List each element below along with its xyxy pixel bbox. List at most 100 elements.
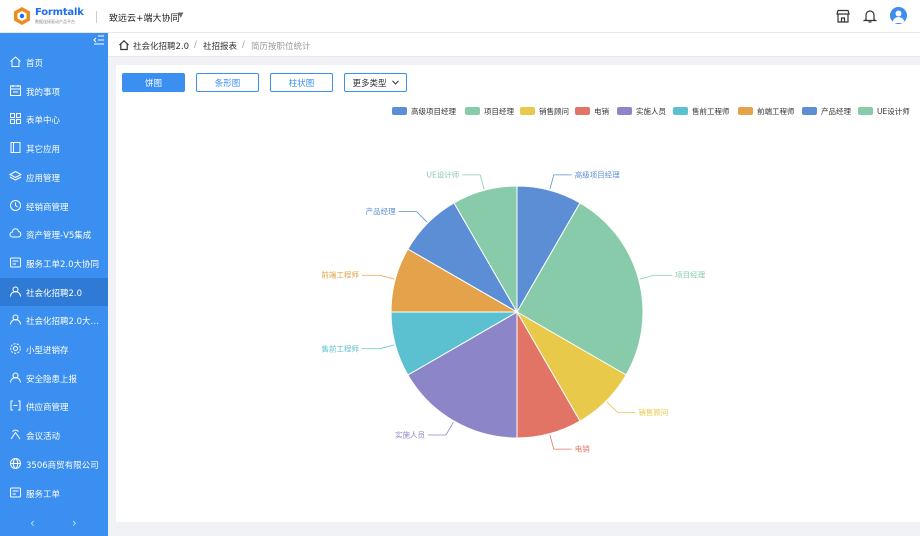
label-leader-line <box>462 174 485 190</box>
user-icon <box>10 286 21 297</box>
logo-name: Formtalk <box>35 7 84 18</box>
legend-swatch <box>520 107 535 115</box>
breadcrumb-separator: / <box>194 40 197 50</box>
label-leader-line <box>428 421 454 436</box>
slice-label: 售前工程师 <box>321 343 359 353</box>
sidebar-item[interactable]: 3506商贸有限公司 <box>0 450 108 478</box>
label-leader-line <box>549 434 572 450</box>
breadcrumb: 社会化招聘2.0 / 社招报表 / 简历按职位统计 <box>108 33 920 57</box>
sidebar-item[interactable]: 社会化招聘2.0大协同 <box>0 306 108 334</box>
legend-swatch <box>802 107 817 115</box>
chevron-right-icon[interactable]: › <box>72 516 77 530</box>
legend-label: 高级项目经理 <box>411 107 456 116</box>
legend-swatch <box>392 107 407 115</box>
label-leader-line <box>639 274 673 280</box>
breadcrumb-item-app[interactable]: 社会化招聘2.0 <box>133 40 189 52</box>
sidebar-item[interactable]: 服务工单 <box>0 479 108 507</box>
legend-swatch <box>858 107 873 115</box>
sidebar-item-label: 会议活动 <box>26 432 61 443</box>
logo[interactable]: Formtalk 数据连接驱动产品平台 <box>12 6 94 28</box>
avatar-icon <box>892 10 905 23</box>
slice-label: 前端工程师 <box>321 270 359 280</box>
sidebar-item-label: 3506商贸有限公司 <box>26 460 99 471</box>
more-types-dropdown[interactable]: 更多类型 <box>344 73 407 92</box>
horizontal-bar-button[interactable]: 条形图 <box>196 73 259 92</box>
chart-legend: 高级项目经理 项目经理 销售顾问 电销 实施人员 售前工程师 前端工程师 产品经理 UE设计师 <box>392 105 912 117</box>
globe-icon <box>10 457 21 469</box>
more-types-label: 更多类型 <box>352 78 387 89</box>
top-bar: Formtalk 数据连接驱动产品平台 致远云+端大协同 ▼ <box>0 0 920 33</box>
sidebar-item[interactable]: 服务工单2.0大协同 <box>0 249 108 277</box>
sidebar-item[interactable]: 应用管理 <box>0 163 108 191</box>
gear-icon <box>10 343 21 354</box>
collapse-menu-icon[interactable] <box>93 35 105 45</box>
sidebar-item-label: 其它应用 <box>26 145 61 156</box>
user-avatar[interactable] <box>890 7 907 24</box>
home-icon[interactable] <box>118 39 130 51</box>
chevron-left-icon[interactable]: ‹ <box>30 516 35 530</box>
slice-label: 高级项目经理 <box>575 169 620 179</box>
sidebar-item[interactable]: 经销商管理 <box>0 192 108 220</box>
caret-down-icon[interactable]: ▼ <box>178 11 183 19</box>
legend-label: 前端工程师 <box>757 107 795 116</box>
sidebar-item-label: 供应商管理 <box>26 403 69 414</box>
sidebar-item-label: 表单中心 <box>26 116 61 127</box>
user-icon <box>10 372 21 383</box>
chevron-down-icon <box>391 80 399 85</box>
bell-icon[interactable] <box>862 8 878 24</box>
grid-icon <box>10 113 21 125</box>
legend-label: 电销 <box>594 107 609 116</box>
sidebar-item-label: 应用管理 <box>26 173 61 184</box>
sidebar-item[interactable]: 首页 <box>0 48 108 76</box>
org-switcher[interactable]: 致远云+端大协同 <box>109 11 180 24</box>
sidebar-item-label: 首页 <box>26 59 44 69</box>
sidebar-item-label: 经销商管理 <box>26 202 69 213</box>
sidebar-item-label: 我的事项 <box>26 87 61 98</box>
breadcrumb-item-current: 简历按职位统计 <box>251 42 311 52</box>
sidebar-item[interactable]: 小型进销存 <box>0 335 108 363</box>
ticket-icon <box>10 257 21 268</box>
legend-label: 产品经理 <box>821 107 851 116</box>
slice-label: 销售顾问 <box>638 407 668 417</box>
sidebar-item-label: 社会化招聘2.0 <box>26 288 83 299</box>
sidebar-item-label: 安全隐患上报 <box>26 374 78 385</box>
sidebar-item[interactable]: 我的事项 <box>0 77 108 105</box>
slice-label: 实施人员 <box>395 429 425 439</box>
user-icon <box>10 314 21 325</box>
label-leader-line <box>549 174 572 190</box>
sidebar-item[interactable]: 安全隐患上报 <box>0 364 108 392</box>
ticket-icon <box>10 487 21 497</box>
legend-swatch <box>465 107 480 115</box>
sidebar-item[interactable]: 供应商管理 <box>0 392 108 420</box>
sidebar-item[interactable]: 会议活动 <box>0 421 108 449</box>
label-leader-line <box>398 211 428 223</box>
legend-label: UE设计师 <box>877 107 910 116</box>
bracket-icon <box>10 400 21 411</box>
sidebar-item-label: 小型进销存 <box>26 346 69 356</box>
calendar-icon <box>10 84 21 96</box>
sidebar-item[interactable]: 表单中心 <box>0 105 108 133</box>
sidebar-item-label: 资产管理-V5集成 <box>26 231 92 242</box>
slice-label: 电销 <box>575 444 590 454</box>
broadcast-icon <box>10 429 21 440</box>
slice-label: UE设计师 <box>427 169 460 179</box>
legend-label: 售前工程师 <box>692 107 730 116</box>
breadcrumb-item-report[interactable]: 社招报表 <box>203 40 237 52</box>
vertical-bar-button[interactable]: 柱状图 <box>270 73 333 92</box>
breadcrumb-separator: / <box>242 40 245 50</box>
report-panel: 饼图 条形图 柱状图 更多类型 高级项目经理 项目经理 销售顾问 电销 实施人员 售前工程… <box>116 65 920 522</box>
legend-label: 实施人员 <box>636 107 666 116</box>
sidebar-item[interactable]: 社会化招聘2.0 <box>0 277 108 306</box>
legend-swatch <box>575 107 590 115</box>
sidebar-item[interactable]: 其它应用 <box>0 134 108 162</box>
clock-icon <box>10 199 21 211</box>
sidebar-item[interactable]: 资产管理-V5集成 <box>0 220 108 248</box>
store-icon[interactable] <box>835 8 851 24</box>
slice-label: 产品经理 <box>366 206 396 216</box>
formtalk-logo-icon <box>14 7 30 25</box>
label-leader-line <box>606 401 636 413</box>
pie-chart-button[interactable]: 饼图 <box>122 73 185 92</box>
pie-chart: 高级项目经理项目经理销售顾问电销 实施人员 售前工程师 前端工程师 产品经理 UE设计师 <box>321 169 705 454</box>
panel-icon <box>10 142 21 154</box>
sidebar: 首页我的事项表单中心其它应用应用管理经销商管理资产管理-V5集成服务工单2.0大… <box>0 33 108 536</box>
